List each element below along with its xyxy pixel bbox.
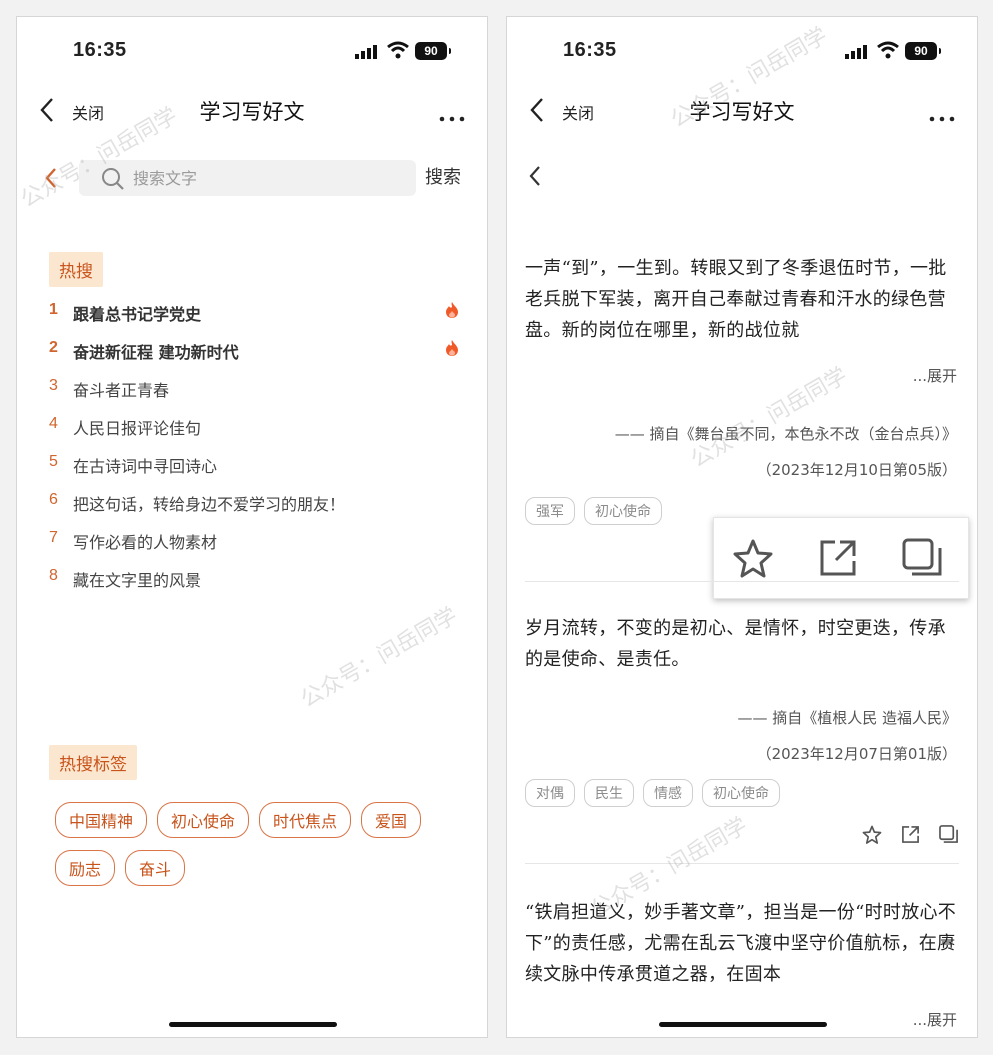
- hot-search-item[interactable]: 2 奋进新征程 建功新时代: [49, 335, 459, 373]
- hot-tag[interactable]: 初心使命: [157, 802, 250, 838]
- hot-search-item[interactable]: 6 把这句话，转给身边不爱学习的朋友！: [49, 487, 459, 525]
- article-tag[interactable]: 初心使命: [702, 779, 780, 807]
- status-bar: 16:35 90: [507, 17, 977, 87]
- page-title: 学习写好文: [689, 100, 795, 124]
- page-title: 学习写好文: [199, 100, 305, 124]
- article-tag[interactable]: 初心使命: [584, 497, 662, 525]
- copy-icon[interactable]: [902, 538, 944, 582]
- article-body: 岁月流转，不变的是初心、是情怀，时空更迭，传承的是使命、是责任。: [525, 618, 946, 670]
- article-tags: 对偶 民生 情感 初心使命: [525, 779, 789, 807]
- article-tags: 强军 初心使命: [525, 497, 671, 525]
- article-card[interactable]: 一声“到”，一生到。转眼又到了冬季退伍时节，一批老兵脱下军装，离开自己奉献过青春…: [525, 253, 961, 553]
- signal-icon: [355, 44, 379, 63]
- hot-rank: 5: [49, 453, 58, 470]
- share-icon[interactable]: [818, 538, 858, 582]
- home-indicator[interactable]: [659, 1022, 827, 1027]
- hot-search-list: 1 跟着总书记学党史 2 奋进新征程 建功新时代 3 奋斗者正青春 4 人民日报…: [49, 297, 459, 601]
- article-tag[interactable]: 民生: [584, 779, 634, 807]
- hot-rank: 2: [49, 339, 58, 356]
- search-input[interactable]: [133, 160, 403, 196]
- hot-search-item[interactable]: 4 人民日报评论佳句: [49, 411, 459, 449]
- hot-rank: 1: [49, 301, 58, 318]
- divider: [525, 581, 959, 582]
- hot-search-item[interactable]: 3 奋斗者正青春: [49, 373, 459, 411]
- article-card[interactable]: 岁月流转，不变的是初心、是情怀，时空更迭，传承的是使命、是责任。 —— 摘自《植…: [525, 613, 961, 853]
- search-button[interactable]: 搜索: [425, 163, 461, 189]
- hot-text: 藏在文字里的风景: [73, 571, 202, 590]
- hot-text: 把这句话，转给身边不爱学习的朋友！: [73, 495, 346, 514]
- hot-rank: 8: [49, 567, 58, 584]
- share-icon[interactable]: [901, 825, 920, 848]
- article-tag[interactable]: 对偶: [525, 779, 575, 807]
- article-back-icon[interactable]: [529, 165, 541, 191]
- hot-tag[interactable]: 中国精神: [55, 802, 148, 838]
- hot-rank: 7: [49, 529, 58, 546]
- hot-search-item[interactable]: 8 藏在文字里的风景: [49, 563, 459, 601]
- article-tag[interactable]: 情感: [643, 779, 693, 807]
- search-icon: [101, 167, 125, 195]
- status-time: 16:35: [73, 39, 127, 61]
- battery-icon: 90: [905, 42, 941, 60]
- article-tag[interactable]: 强军: [525, 497, 575, 525]
- article-screen: 16:35 90 关闭 学习写好文 一声“到”，一生到。转眼又到了冬季退伍时节，…: [506, 16, 978, 1038]
- article-body: “铁肩担道义，妙手著文章”，担当是一份“时时放心不下”的责任感，尤需在乱云飞渡中…: [525, 902, 957, 985]
- hot-text: 奋斗者正青春: [73, 381, 170, 400]
- fire-icon: [445, 339, 459, 361]
- home-indicator[interactable]: [169, 1022, 337, 1027]
- hot-text: 奋进新征程 建功新时代: [73, 343, 239, 362]
- action-popup: [713, 517, 969, 599]
- status-bar: 16:35 90: [17, 17, 487, 87]
- hot-tag[interactable]: 奋斗: [125, 850, 186, 886]
- article-source: —— 摘自《植根人民 造福人民》: [737, 709, 957, 727]
- article-source: —— 摘自《舞台虽不同，本色永不改（金台点兵）》: [614, 425, 957, 443]
- hot-search-item[interactable]: 5 在古诗词中寻回诗心: [49, 449, 459, 487]
- nav-bar: 关闭 学习写好文: [17, 87, 487, 133]
- article-body: 一声“到”，一生到。转眼又到了冬季退伍时节，一批老兵脱下军装，离开自己奉献过青春…: [525, 258, 947, 341]
- hot-tags-label: 热搜标签: [49, 745, 137, 780]
- search-box[interactable]: [79, 160, 416, 196]
- article-date: （2023年12月07日第01版）: [756, 745, 957, 763]
- hot-rank: 3: [49, 377, 58, 394]
- wifi-icon: [877, 41, 899, 63]
- star-icon[interactable]: [732, 538, 774, 582]
- hot-text: 在古诗词中寻回诗心: [73, 457, 218, 476]
- star-icon[interactable]: [862, 825, 882, 848]
- copy-icon[interactable]: [939, 825, 959, 848]
- nav-bar: 关闭 学习写好文: [507, 87, 977, 133]
- article-card[interactable]: “铁肩担道义，妙手著文章”，担当是一份“时时放心不下”的责任感，尤需在乱云飞渡中…: [525, 897, 961, 1037]
- wifi-icon: [387, 41, 409, 63]
- article-actions: [848, 825, 959, 848]
- search-screen: 16:35 90 关闭 学习写好文 搜索文字 搜索 热搜 1 跟着总书记学党史 …: [16, 16, 488, 1038]
- article-date: （2023年12月10日第05版）: [756, 461, 957, 479]
- hot-tag[interactable]: 爱国: [361, 802, 422, 838]
- hot-search-item[interactable]: 7 写作必看的人物素材: [49, 525, 459, 563]
- hot-search-item[interactable]: 1 跟着总书记学党史: [49, 297, 459, 335]
- signal-icon: [845, 44, 869, 63]
- more-options-icon[interactable]: [439, 107, 465, 126]
- battery-icon: 90: [415, 42, 451, 60]
- fire-icon: [445, 301, 459, 323]
- search-back-icon[interactable]: [45, 167, 57, 193]
- hot-rank: 4: [49, 415, 58, 432]
- divider: [525, 863, 959, 864]
- hot-text: 跟着总书记学党史: [73, 305, 202, 324]
- expand-link[interactable]: ...展开: [913, 1009, 957, 1030]
- status-time: 16:35: [563, 39, 617, 61]
- expand-link[interactable]: ...展开: [913, 365, 957, 386]
- hot-tag[interactable]: 励志: [55, 850, 116, 886]
- screenshot-stage: 16:35 90 关闭 学习写好文 搜索文字 搜索 热搜 1 跟着总书记学党史 …: [0, 0, 993, 1055]
- hot-tags-list: 中国精神 初心使命 时代焦点 爱国 励志 奋斗: [55, 802, 475, 898]
- hot-tag[interactable]: 时代焦点: [259, 802, 352, 838]
- hot-text: 人民日报评论佳句: [73, 419, 202, 438]
- hot-text: 写作必看的人物素材: [73, 533, 218, 552]
- more-options-icon[interactable]: [929, 107, 955, 126]
- hot-rank: 6: [49, 491, 58, 508]
- hot-search-label: 热搜: [49, 252, 103, 287]
